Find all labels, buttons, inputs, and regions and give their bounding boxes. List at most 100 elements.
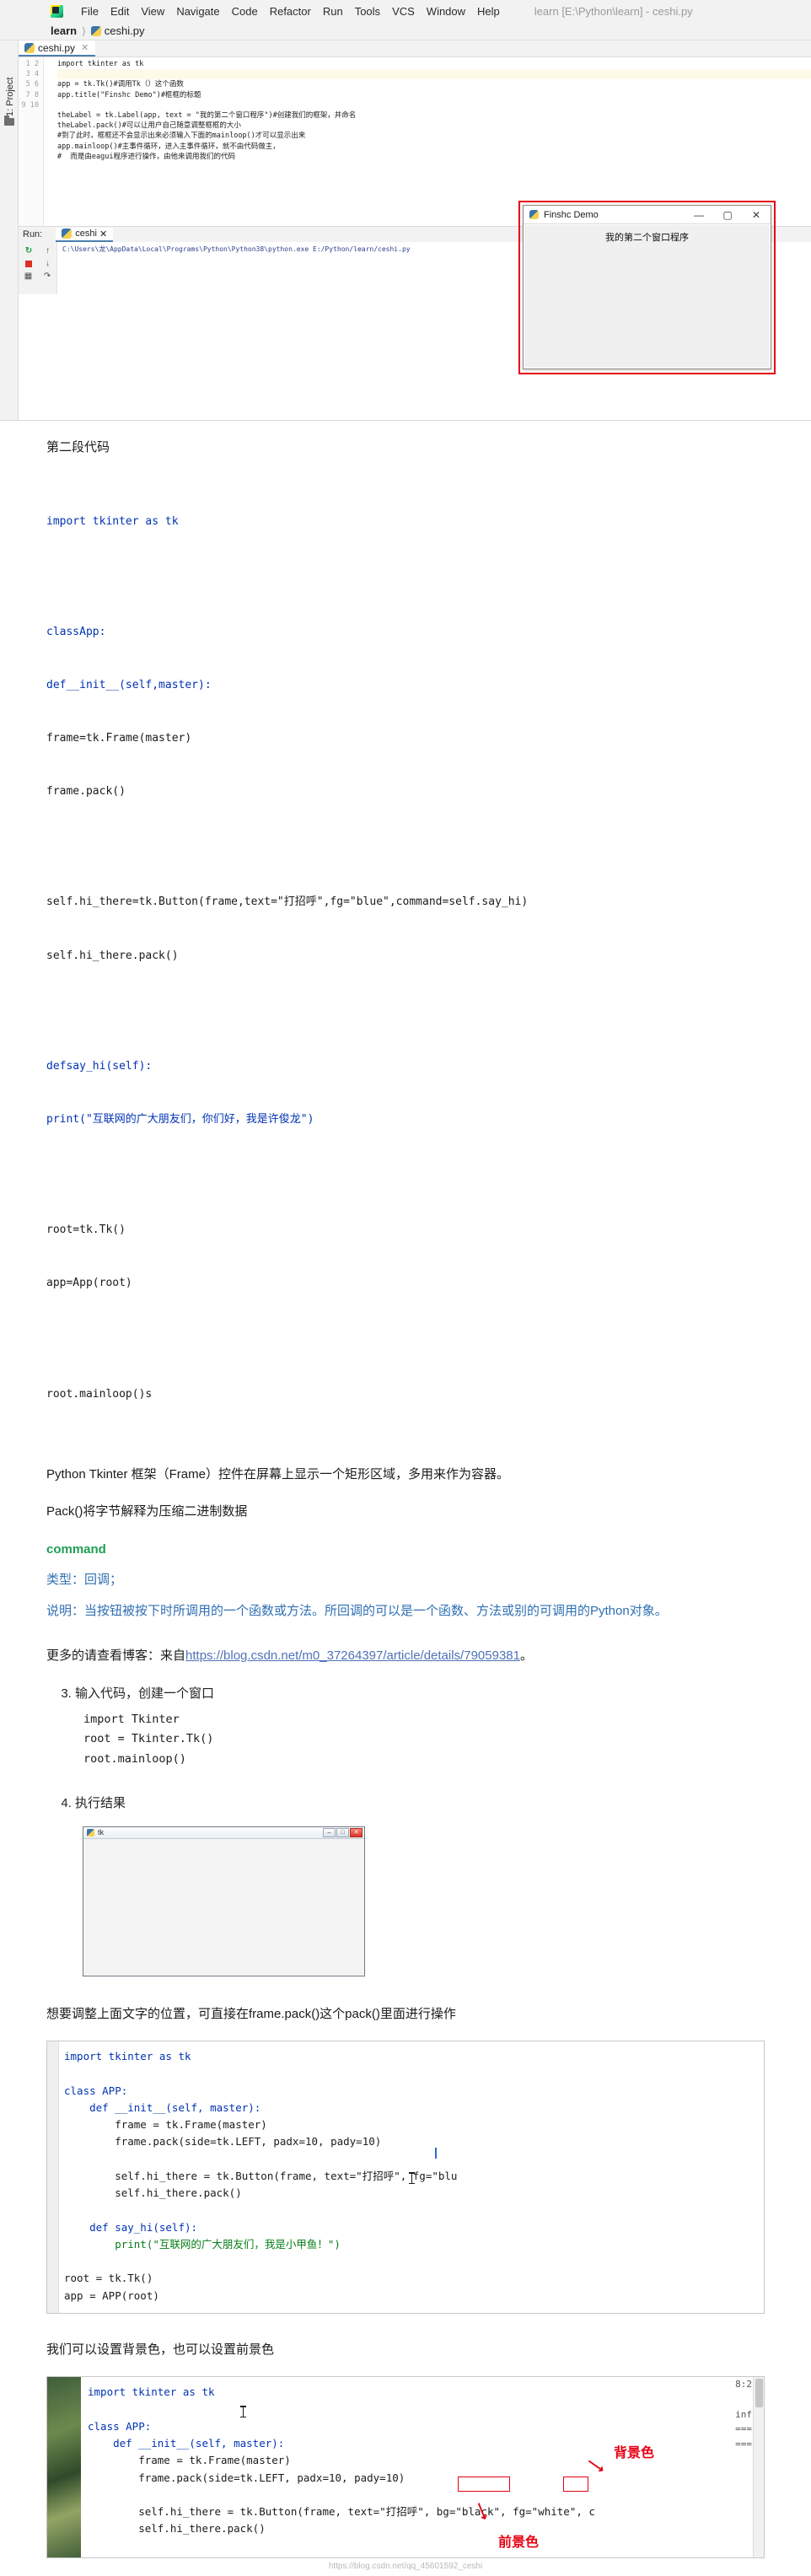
python-file-icon: [24, 42, 35, 53]
blog-link[interactable]: https://blog.csdn.net/m0_37264397/articl…: [185, 1648, 520, 1663]
code-screenshot-2: import tkinter as tk class APP: def __in…: [46, 2376, 765, 2559]
code-line: app.title("Finshc Demo")#框框的标题: [57, 90, 201, 99]
soft-wrap-icon[interactable]: ↷: [44, 272, 51, 281]
breadcrumb: learn ⟩ ceshi.py: [0, 22, 811, 40]
highlight-box-fg: [563, 2477, 588, 2493]
tab-ceshi-py[interactable]: ceshi.py ✕: [19, 40, 96, 56]
menu-item-refactor[interactable]: Refactor: [264, 5, 317, 18]
close-icon[interactable]: ✕: [350, 1827, 363, 1837]
paragraph-colors: 我们可以设置背景色，也可以设置前景色: [46, 2342, 275, 2357]
folder-icon: [4, 116, 14, 126]
menu-item-file[interactable]: File: [75, 5, 105, 18]
tk-plain-window[interactable]: tk – □ ✕: [83, 1826, 365, 1976]
more-info-suffix: 。: [519, 1648, 533, 1664]
run-tab-label: ceshi: [75, 229, 97, 239]
code-line: print("互联网的广大朋友们，你们好，我是许俊龙"): [46, 1113, 314, 1126]
code-screenshot-1: import tkinter as tk class APP: def __in…: [46, 2041, 765, 2314]
command-description: 说明：当按钮被按下时所调用的一个函数或方法。所回调的可以是一个函数、方法或别的可…: [46, 1603, 668, 1618]
code-line: import tkinter as tk: [46, 514, 179, 528]
more-info-prefix: 更多的请查看博客：来自: [46, 1648, 186, 1664]
highlight-box-bg: [458, 2477, 510, 2493]
code-line: theLabel.pack()#可以让用户自己随意调整框框的大小: [57, 121, 241, 131]
code-line: self.hi_there = tk.Button(frame, text="打…: [88, 2505, 595, 2519]
gutter-strip: [47, 2041, 59, 2313]
line-number-gutter: 1 2 3 4 5 6 7 8 9 10: [19, 57, 44, 226]
code-line: class APP:: [88, 2419, 152, 2433]
maximize-icon[interactable]: □: [336, 1827, 349, 1837]
menu-item-vcs[interactable]: VCS: [386, 5, 421, 18]
code-line: frame.pack(side=tk.LEFT, padx=10, pady=1…: [88, 2471, 406, 2484]
article-body-2: 我们可以设置背景色，也可以设置前景色: [0, 2339, 811, 2361]
code-line: theLabel = tk.Label(app, text = "我的第二个窗口…: [57, 111, 357, 121]
code-line: app=App(root): [46, 1277, 132, 1290]
step3-code-block: import Tkinter root = Tkinter.Tk() root.…: [83, 1712, 214, 1766]
close-icon[interactable]: ✕: [81, 42, 89, 53]
code-line: app = tk.Tk()#调用Tk（）这个函数: [57, 80, 184, 89]
window-title-path: learn [E:\Python\learn] - ceshi.py: [534, 4, 693, 18]
menu-item-code[interactable]: Code: [226, 5, 264, 18]
code-line: def say_hi(self):: [64, 2220, 198, 2234]
close-icon[interactable]: ✕: [97, 229, 107, 239]
code-line: app.mainloop()#主事件循环，进入主事件循环，就不由代码做主，: [57, 142, 280, 151]
menu-item-edit[interactable]: Edit: [105, 5, 135, 18]
line-number: 5: [25, 80, 30, 89]
breadcrumb-file[interactable]: ceshi.py: [105, 24, 145, 37]
breadcrumb-project[interactable]: learn: [51, 24, 77, 37]
menu-item-navigate[interactable]: Navigate: [170, 5, 225, 18]
window-controls: – □ ✕: [322, 1827, 363, 1837]
code-line: def__init__(self,master):: [46, 678, 212, 691]
scroll-up-icon[interactable]: ↑: [46, 246, 50, 255]
line-number: 4: [34, 70, 39, 79]
rerun-icon[interactable]: ↻: [25, 246, 32, 255]
scroll-down-icon[interactable]: ↓: [46, 259, 50, 268]
line-number: 8: [34, 90, 39, 99]
red-highlight-box: [518, 201, 776, 374]
code-line: frame = tk.Frame(master): [64, 2118, 267, 2132]
code-line: # 而是由eagui程序进行操作，由他来调用我们的代码: [57, 152, 235, 161]
line-number: 1: [25, 60, 30, 68]
scrollbar-thumb[interactable]: [755, 2379, 763, 2408]
code-line: self.hi_there=tk.Button(frame,text="打招呼"…: [46, 895, 529, 909]
print-icon[interactable]: ▦: [24, 272, 32, 281]
python-file-icon: [62, 229, 73, 239]
menu-item-run[interactable]: Run: [317, 5, 349, 18]
right-panel-info: 8:2 inf === ===: [735, 2379, 752, 2450]
run-tab-ceshi[interactable]: ceshi ✕: [56, 227, 114, 242]
line-number: 6: [34, 80, 39, 89]
sidebar-item-project[interactable]: 1: Project: [5, 69, 15, 116]
stop-icon[interactable]: [25, 260, 32, 267]
menu-item-help[interactable]: Help: [471, 5, 506, 18]
menu-item-tools[interactable]: Tools: [349, 5, 386, 18]
tab-label: ceshi.py: [38, 41, 76, 54]
more-info-line: 更多的请查看博客：来自https://blog.csdn.net/m0_3726…: [46, 1645, 765, 1667]
steps-list-2: 执行结果: [46, 1794, 765, 1811]
minimize-icon[interactable]: –: [323, 1827, 336, 1837]
code-line: root=tk.Tk(): [46, 1223, 126, 1237]
text-caret: [435, 2148, 437, 2159]
line-number: 2: [34, 60, 39, 68]
tk-plain-title: tk: [98, 1828, 105, 1837]
article-body: 第二段代码 import tkinter as tk classApp: def…: [0, 437, 811, 2025]
code-block-second: import tkinter as tk classApp: def__init…: [46, 477, 765, 1439]
code-line: frame = tk.Frame(master): [88, 2454, 291, 2467]
run-label: Run:: [23, 229, 43, 239]
list-item-step4: 执行结果: [75, 1794, 765, 1811]
code-line: import tkinter as tk: [88, 2385, 215, 2399]
code-line: def say_hi(self):: [88, 2555, 764, 2558]
steps-list: 输入代码，创建一个窗口: [46, 1684, 765, 1702]
menu-item-view[interactable]: View: [135, 5, 170, 18]
menu-item-window[interactable]: Window: [421, 5, 471, 18]
vertical-scrollbar[interactable]: [753, 2377, 764, 2558]
code-line: frame.pack(side=tk.LEFT, padx=10, pady=1…: [64, 2135, 382, 2148]
screenshot-2-code: import tkinter as tk class APP: def __in…: [47, 2377, 764, 2558]
editor-tab-bar: ceshi.py ✕: [19, 40, 811, 57]
code-line: frame.pack(): [46, 785, 126, 799]
code-line: print("互联网的广大朋友们，我是小甲鱼！"): [64, 2237, 341, 2251]
code-line: frame=tk.Frame(master): [46, 732, 192, 745]
tk-plain-canvas: [84, 1839, 363, 1975]
